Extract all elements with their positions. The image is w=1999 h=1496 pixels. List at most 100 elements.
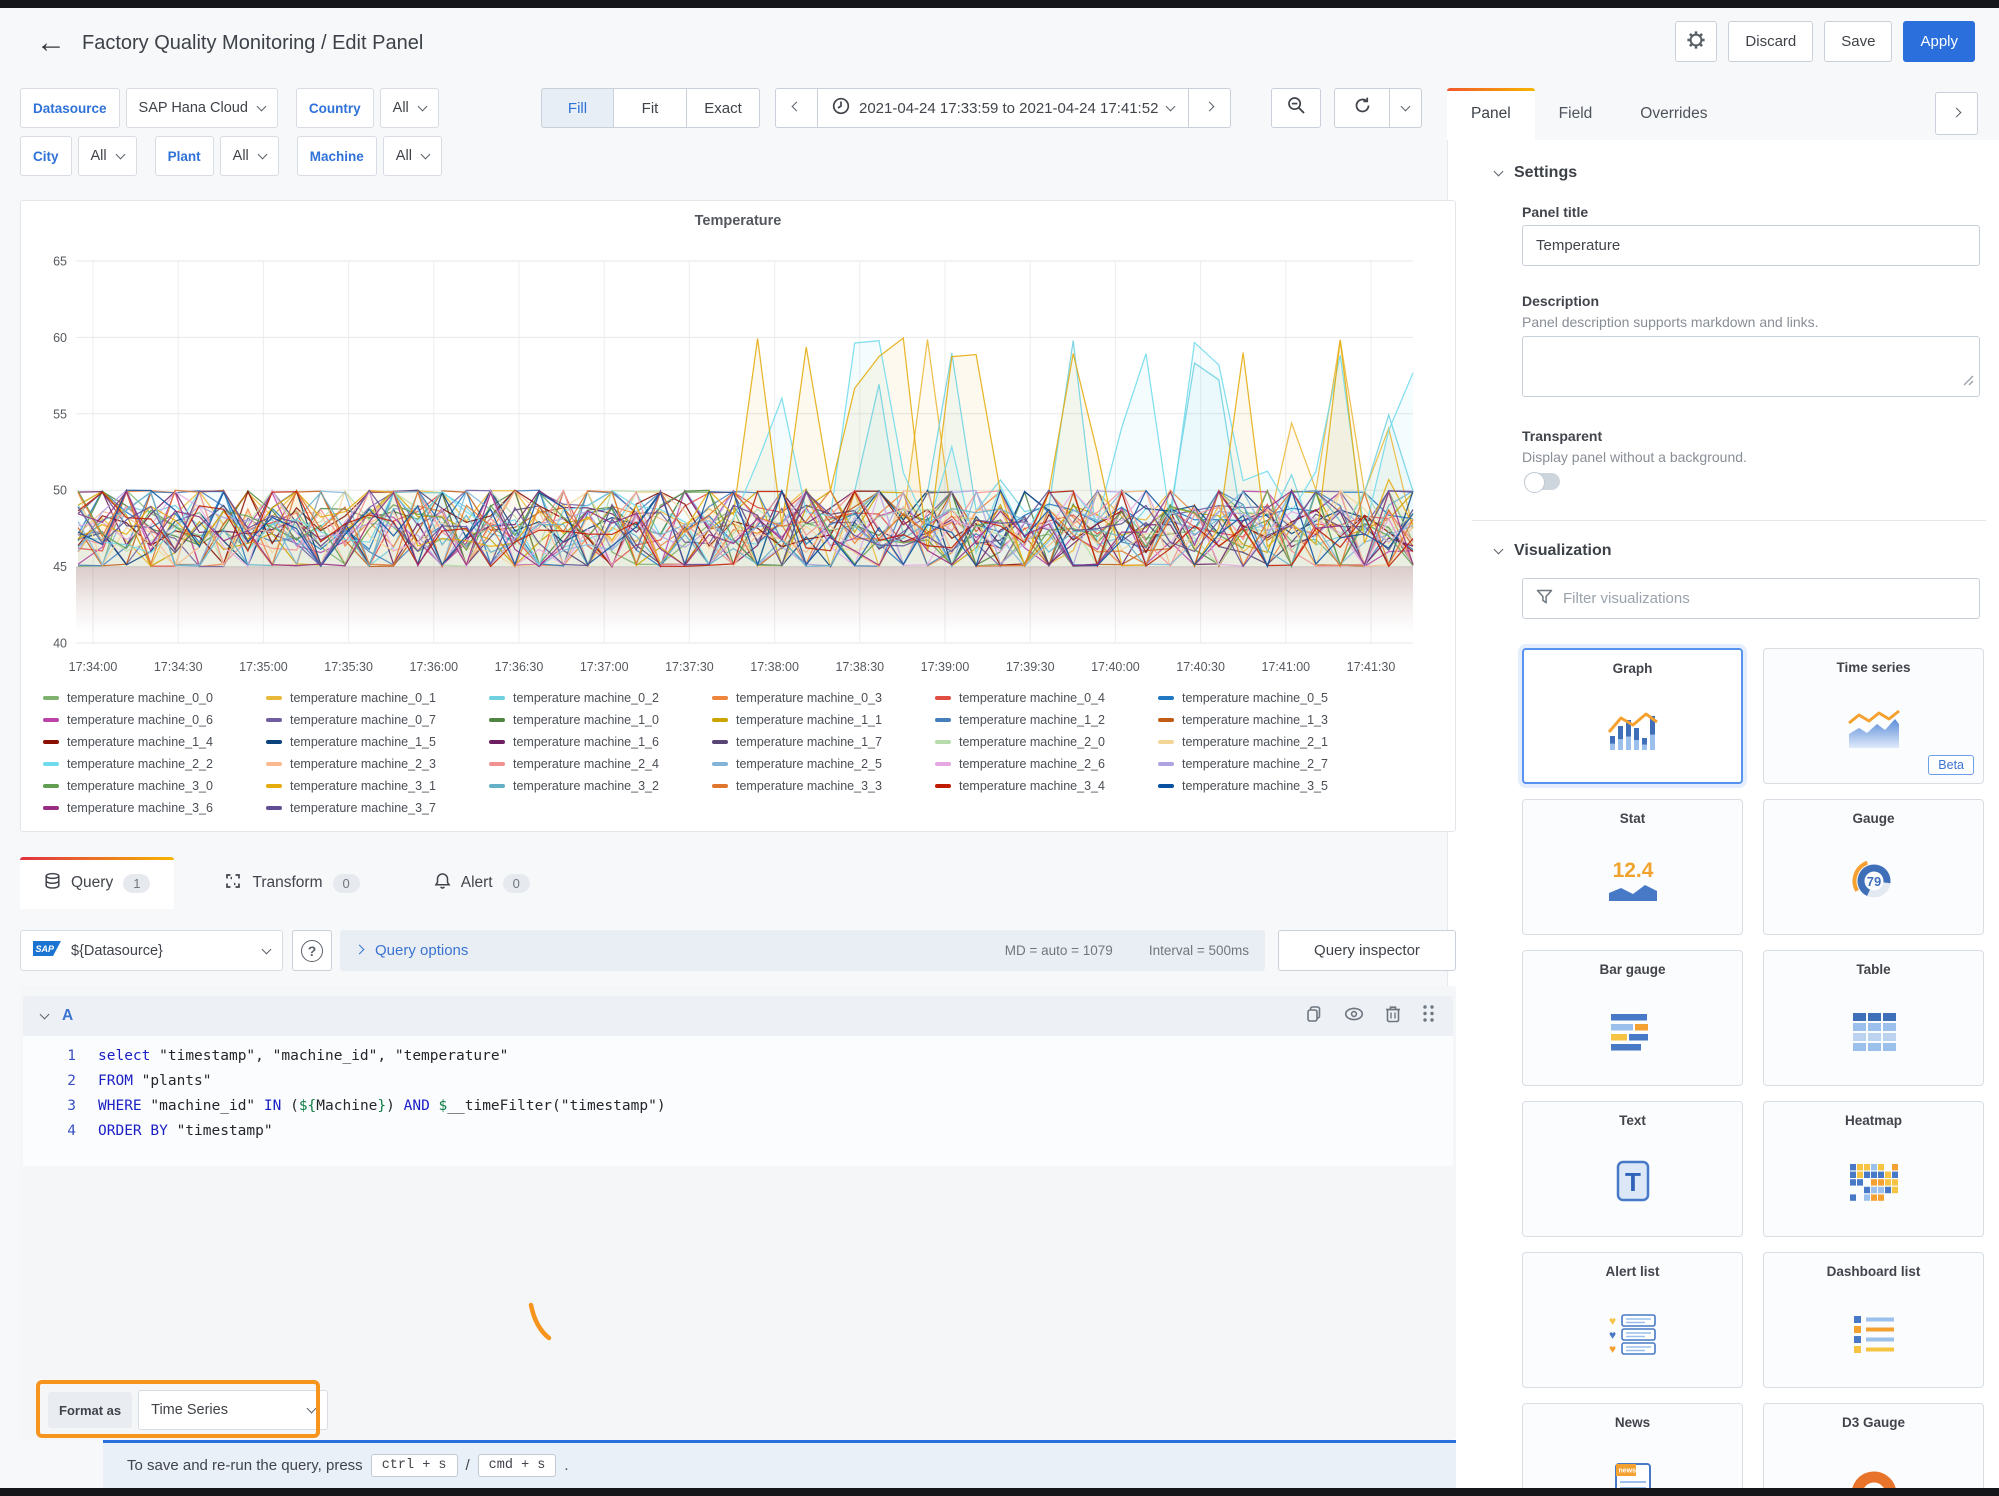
- visualization-section-header[interactable]: Visualization: [1495, 542, 1612, 560]
- legend-swatch: [43, 762, 59, 766]
- delete-query-icon[interactable]: [1385, 1005, 1401, 1028]
- refresh-button[interactable]: [1334, 88, 1390, 128]
- description-textarea[interactable]: [1522, 336, 1980, 397]
- legend-item-temperature-machine-0-6[interactable]: temperature machine_0_6: [43, 709, 266, 731]
- query-options-toggle[interactable]: Query options: [375, 942, 468, 959]
- back-arrow-icon[interactable]: ←: [36, 26, 66, 60]
- legend-item-temperature-machine-2-7[interactable]: temperature machine_2_7: [1158, 753, 1381, 775]
- legend-item-temperature-machine-3-4[interactable]: temperature machine_3_4: [935, 775, 1158, 797]
- sql-editor[interactable]: 1select "timestamp", "machine_id", "temp…: [23, 1036, 1453, 1166]
- legend-item-temperature-machine-0-4[interactable]: temperature machine_0_4: [935, 687, 1158, 709]
- legend-item-temperature-machine-2-3[interactable]: temperature machine_2_3: [266, 753, 489, 775]
- legend-item-temperature-machine-3-1[interactable]: temperature machine_3_1: [266, 775, 489, 797]
- chart-plot-area[interactable]: 17:34:0017:34:3017:35:0017:35:3017:36:00…: [21, 229, 1457, 685]
- legend-item-temperature-machine-2-1[interactable]: temperature machine_2_1: [1158, 731, 1381, 753]
- filter-country: CountryAll: [296, 88, 439, 128]
- settings-section-header[interactable]: Settings: [1495, 164, 1577, 182]
- chevron-down-icon: [417, 102, 427, 112]
- legend-item-temperature-machine-0-1[interactable]: temperature machine_0_1: [266, 687, 489, 709]
- legend-item-temperature-machine-1-2[interactable]: temperature machine_1_2: [935, 709, 1158, 731]
- legend-item-temperature-machine-3-6[interactable]: temperature machine_3_6: [43, 797, 266, 819]
- drag-handle-icon[interactable]: [1422, 1004, 1435, 1028]
- duplicate-query-icon[interactable]: [1305, 1005, 1323, 1028]
- viz-card-time-series[interactable]: Time seriesBeta: [1763, 648, 1984, 784]
- legend-item-temperature-machine-0-2[interactable]: temperature machine_0_2: [489, 687, 712, 709]
- legend-item-temperature-machine-1-3[interactable]: temperature machine_1_3: [1158, 709, 1381, 731]
- viz-card-heatmap[interactable]: Heatmap: [1763, 1101, 1984, 1237]
- legend-item-temperature-machine-2-2[interactable]: temperature machine_2_2: [43, 753, 266, 775]
- legend-item-temperature-machine-3-0[interactable]: temperature machine_3_0: [43, 775, 266, 797]
- filter-select-machine[interactable]: All: [383, 136, 442, 176]
- legend-swatch: [266, 696, 282, 700]
- apply-button[interactable]: Apply: [1903, 21, 1975, 62]
- viz-card-alert-list[interactable]: Alert list♥♥♥: [1522, 1252, 1743, 1388]
- legend-item-temperature-machine-0-7[interactable]: temperature machine_0_7: [266, 709, 489, 731]
- legend-item-temperature-machine-3-7[interactable]: temperature machine_3_7: [266, 797, 489, 819]
- tab-query[interactable]: Query1: [20, 857, 174, 909]
- legend-item-temperature-machine-3-5[interactable]: temperature machine_3_5: [1158, 775, 1381, 797]
- viz-card-text[interactable]: TextT: [1522, 1101, 1743, 1237]
- legend-item-temperature-machine-1-7[interactable]: temperature machine_1_7: [712, 731, 935, 753]
- discard-button[interactable]: Discard: [1728, 21, 1813, 62]
- legend-item-temperature-machine-1-0[interactable]: temperature machine_1_0: [489, 709, 712, 731]
- tab-transform[interactable]: Transform0: [200, 857, 383, 909]
- viz-card-dashboard-list[interactable]: Dashboard list: [1763, 1252, 1984, 1388]
- viz-card-bar-gauge[interactable]: Bar gauge: [1522, 950, 1743, 1086]
- legend-item-temperature-machine-0-3[interactable]: temperature machine_0_3: [712, 687, 935, 709]
- save-button[interactable]: Save: [1824, 21, 1892, 62]
- legend-item-temperature-machine-1-1[interactable]: temperature machine_1_1: [712, 709, 935, 731]
- legend-item-temperature-machine-2-5[interactable]: temperature machine_2_5: [712, 753, 935, 775]
- tab-panel[interactable]: Panel: [1447, 88, 1535, 140]
- viz-card-news[interactable]: Newsnews: [1522, 1403, 1743, 1488]
- header-bar: ← Factory Quality Monitoring / Edit Pane…: [0, 8, 1999, 80]
- filter-funnel-icon: [1536, 589, 1553, 609]
- filter-select-datasource[interactable]: SAP Hana Cloud: [126, 88, 278, 128]
- svg-text:17:35:00: 17:35:00: [239, 660, 288, 674]
- tab-alert[interactable]: Alert0: [410, 857, 554, 909]
- view-mode-exact[interactable]: Exact: [687, 88, 760, 128]
- query-ref-id: A: [62, 1007, 73, 1025]
- filter-select-plant[interactable]: All: [220, 136, 279, 176]
- transparent-toggle[interactable]: [1524, 473, 1560, 490]
- datasource-help-button[interactable]: ?: [292, 930, 332, 971]
- visualization-filter-input[interactable]: Filter visualizations: [1522, 578, 1980, 619]
- legend-item-temperature-machine-1-5[interactable]: temperature machine_1_5: [266, 731, 489, 753]
- tab-field[interactable]: Field: [1535, 88, 1617, 140]
- view-mode-fit[interactable]: Fit: [614, 88, 687, 128]
- time-range-picker[interactable]: 2021-04-24 17:33:59 to 2021-04-24 17:41:…: [817, 88, 1189, 128]
- time-zoom-out-button[interactable]: [1271, 88, 1321, 128]
- view-mode-fill[interactable]: Fill: [541, 88, 614, 128]
- legend-item-temperature-machine-3-2[interactable]: temperature machine_3_2: [489, 775, 712, 797]
- collapse-pane-button[interactable]: [1935, 92, 1978, 135]
- legend-item-temperature-machine-1-4[interactable]: temperature machine_1_4: [43, 731, 266, 753]
- tab-overrides[interactable]: Overrides: [1616, 88, 1731, 140]
- panel-settings-button[interactable]: [1675, 21, 1717, 62]
- filter-select-city[interactable]: All: [78, 136, 137, 176]
- refresh-interval-dropdown[interactable]: [1390, 88, 1422, 128]
- viz-card-graph[interactable]: Graph: [1522, 648, 1743, 784]
- viz-card-gauge[interactable]: Gauge79: [1763, 799, 1984, 935]
- legend-item-temperature-machine-0-5[interactable]: temperature machine_0_5: [1158, 687, 1381, 709]
- legend-item-temperature-machine-2-6[interactable]: temperature machine_2_6: [935, 753, 1158, 775]
- query-inspector-button[interactable]: Query inspector: [1278, 930, 1456, 971]
- resize-handle-icon[interactable]: [1963, 373, 1974, 391]
- viz-card-stat[interactable]: Stat12.4: [1522, 799, 1743, 935]
- disable-query-icon[interactable]: [1344, 1006, 1364, 1027]
- sql-token: "temperature": [395, 1048, 509, 1073]
- panel-title-input[interactable]: Temperature: [1522, 225, 1980, 266]
- legend-item-temperature-machine-0-0[interactable]: temperature machine_0_0: [43, 687, 266, 709]
- format-as-select[interactable]: Time Series: [138, 1390, 328, 1430]
- search-minus-icon: [1287, 96, 1306, 120]
- legend-item-temperature-machine-2-0[interactable]: temperature machine_2_0: [935, 731, 1158, 753]
- legend-item-temperature-machine-1-6[interactable]: temperature machine_1_6: [489, 731, 712, 753]
- time-shift-forward-button[interactable]: [1189, 88, 1231, 128]
- legend-item-temperature-machine-3-3[interactable]: temperature machine_3_3: [712, 775, 935, 797]
- legend-label: temperature machine_1_4: [67, 731, 213, 753]
- legend-item-temperature-machine-2-4[interactable]: temperature machine_2_4: [489, 753, 712, 775]
- viz-card-d3-gauge[interactable]: D3 Gauge: [1763, 1403, 1984, 1488]
- viz-card-table[interactable]: Table: [1763, 950, 1984, 1086]
- datasource-select[interactable]: SAP ${Datasource}: [20, 930, 283, 971]
- filter-select-country[interactable]: All: [380, 88, 439, 128]
- time-shift-back-button[interactable]: [775, 88, 817, 128]
- query-row-header[interactable]: A: [23, 996, 1453, 1036]
